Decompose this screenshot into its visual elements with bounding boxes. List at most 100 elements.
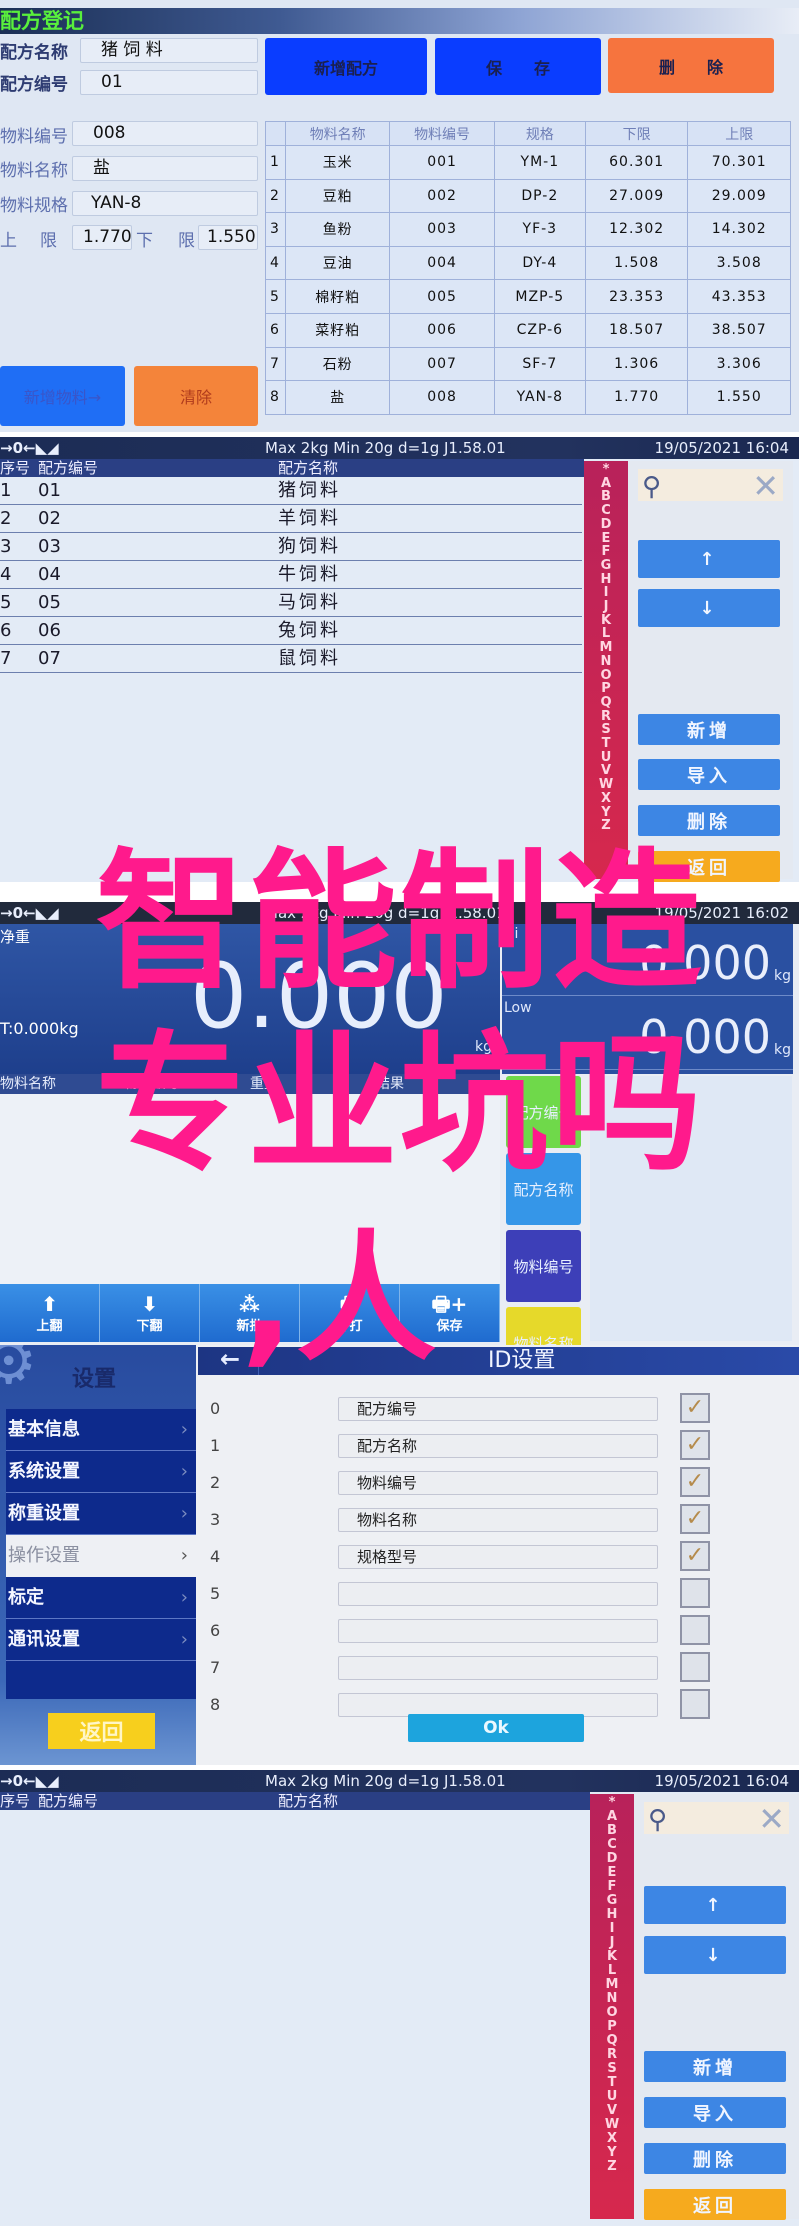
filter-button[interactable]: 物料编号 (506, 1230, 581, 1302)
toolbar-button-new-batch[interactable]: ⁂ 新批 (200, 1284, 300, 1342)
alphabet-index-bar[interactable]: * A B C D E F G H I J K L M N O P Q R S T U V W X Y Z (584, 461, 628, 879)
alphabet-letter[interactable]: W (584, 778, 628, 792)
search-input[interactable]: ⚲ ✕ (644, 1800, 789, 1838)
alphabet-letter[interactable]: D (590, 1852, 634, 1866)
id-enable-checkbox[interactable] (680, 1689, 710, 1719)
recipe-list-row[interactable]: 2 02 羊饲料 (0, 505, 582, 533)
id-enable-checkbox[interactable]: ✓ (680, 1541, 710, 1571)
toolbar-button-arrow-down[interactable]: ⬇ 下翻 (100, 1284, 200, 1342)
alphabet-letter[interactable]: B (590, 1824, 634, 1838)
alphabet-letter[interactable]: O (584, 668, 628, 683)
id-label-field[interactable]: 配方名称 (338, 1434, 658, 1458)
alphabet-letter[interactable]: X (584, 792, 628, 806)
delete-button[interactable]: 删 除 (608, 38, 774, 93)
alphabet-letter[interactable]: U (584, 751, 628, 765)
id-label-field[interactable]: 规格型号 (338, 1545, 658, 1569)
alphabet-letter[interactable]: N (590, 1992, 634, 2006)
alphabet-letter[interactable]: V (584, 764, 628, 778)
material-table-row[interactable]: 3 鱼粉 003 YF-3 12.302 14.302 (265, 212, 791, 247)
scroll-down-button[interactable]: ↓ (638, 589, 780, 627)
material-table-row[interactable]: 6 菜籽粕 006 CZP-6 18.507 38.507 (265, 312, 791, 348)
alphabet-letter[interactable]: O (590, 2006, 634, 2020)
ok-button[interactable]: Ok (408, 1714, 584, 1742)
alphabet-letter[interactable]: B (584, 490, 628, 504)
delete-button[interactable]: 删除 (644, 2143, 786, 2174)
id-enable-checkbox[interactable]: ✓ (680, 1430, 710, 1460)
alphabet-letter[interactable]: C (590, 1838, 634, 1852)
back-button[interactable]: 返回 (638, 851, 780, 882)
recipe-list-row[interactable]: 5 05 马饲料 (0, 589, 582, 617)
alphabet-letter[interactable]: A (590, 1810, 634, 1824)
id-label-field[interactable] (338, 1656, 658, 1680)
filter-button[interactable]: 配方编号 (506, 1076, 581, 1148)
alphabet-letter[interactable]: F (584, 545, 628, 559)
material-table-row[interactable]: 4 豆油 004 DY-4 1.508 3.508 (265, 245, 791, 281)
material-table-row[interactable]: 1 玉米 001 YM-1 60.301 70.301 (265, 145, 791, 180)
alphabet-letter[interactable]: P (590, 2020, 634, 2034)
recipe-list-row[interactable]: 6 06 兔饲料 (0, 617, 582, 645)
import-button[interactable]: 导入 (644, 2097, 786, 2128)
add-button[interactable]: 新增 (644, 2051, 786, 2082)
alphabet-letter[interactable]: A (584, 476, 628, 491)
alphabet-letter[interactable]: G (584, 559, 628, 573)
id-enable-checkbox[interactable] (680, 1615, 710, 1645)
clear-button[interactable]: 清除 (134, 366, 258, 426)
id-enable-checkbox[interactable]: ✓ (680, 1393, 710, 1423)
alphabet-letter[interactable]: Y (590, 2146, 634, 2160)
alphabet-letter[interactable]: Y (584, 805, 628, 820)
alphabet-letter[interactable]: L (590, 1964, 634, 1978)
settings-menu-item[interactable]: 系统设置 › (6, 1451, 196, 1493)
alphabet-letter[interactable]: H (584, 572, 628, 587)
alphabet-letter[interactable]: S (590, 2062, 634, 2076)
alphabet-letter[interactable]: T (590, 2076, 634, 2090)
id-label-field[interactable]: 物料编号 (338, 1471, 658, 1495)
add-material-button[interactable]: 新增物料→ (0, 366, 125, 426)
alphabet-letter[interactable]: S (584, 723, 628, 737)
alphabet-letter[interactable]: U (590, 2090, 634, 2104)
id-label-field[interactable] (338, 1619, 658, 1643)
back-button[interactable]: 返回 (48, 1713, 155, 1749)
settings-menu-item[interactable]: 标定 › (6, 1577, 196, 1619)
alphabet-letter[interactable]: L (584, 627, 628, 641)
alphabet-letter[interactable]: R (584, 709, 628, 724)
alphabet-letter[interactable]: * (584, 463, 628, 477)
alphabet-letter[interactable]: M (584, 641, 628, 655)
alphabet-letter[interactable]: P (584, 682, 628, 696)
save-button[interactable]: 保 存 (435, 38, 601, 95)
alphabet-letter[interactable]: I (584, 586, 628, 600)
material-table-row[interactable]: 7 石粉 007 SF-7 1.306 3.306 (265, 346, 791, 382)
search-input[interactable]: ⚲ ✕ (638, 467, 783, 505)
recipe-code-field[interactable]: 01 (80, 70, 258, 95)
toolbar-button-printer[interactable]: 🖶 补打 (300, 1284, 400, 1342)
material-table-row[interactable]: 8 盐 008 YAN-8 1.770 1.550 (265, 380, 791, 415)
alphabet-letter[interactable]: * (590, 1796, 634, 1810)
toolbar-button-printer-plus[interactable]: 🖶+ 保存 (400, 1284, 500, 1342)
alphabet-letter[interactable]: M (590, 1978, 634, 1992)
add-button[interactable]: 新增 (638, 714, 780, 745)
recipe-name-field[interactable]: 猪 饲 料 (80, 38, 258, 63)
id-label-field[interactable]: 物料名称 (338, 1508, 658, 1532)
id-enable-checkbox[interactable]: ✓ (680, 1467, 710, 1497)
id-label-field[interactable]: 配方编号 (338, 1397, 658, 1421)
alphabet-letter[interactable]: K (584, 614, 628, 628)
id-enable-checkbox[interactable] (680, 1652, 710, 1682)
material-code-field[interactable]: 008 (72, 121, 258, 146)
alphabet-letter[interactable]: Q (584, 696, 628, 710)
alphabet-letter[interactable]: C (584, 504, 628, 518)
scroll-up-button[interactable]: ↑ (644, 1886, 786, 1924)
alphabet-letter[interactable]: E (584, 531, 628, 546)
alphabet-index-bar[interactable]: * A B C D E F G H I J K L M N O P Q R S T U V W X Y Z (590, 1794, 634, 2219)
settings-menu-item[interactable]: 称重设置 › (6, 1493, 196, 1535)
alphabet-letter[interactable]: J (590, 1936, 634, 1950)
material-table-row[interactable]: 2 豆粕 002 DP-2 27.009 29.009 (265, 178, 791, 214)
toolbar-button-arrow-up[interactable]: ⬆ 上翻 (0, 1284, 100, 1342)
filter-button[interactable]: 物料名称 (506, 1307, 581, 1345)
alphabet-letter[interactable]: E (590, 1866, 634, 1880)
clear-search-icon[interactable]: ✕ (758, 1800, 785, 1838)
recipe-list-row[interactable]: 1 01 猪饲料 (0, 477, 582, 505)
import-button[interactable]: 导入 (638, 759, 780, 790)
material-spec-field[interactable]: YAN-8 (72, 191, 258, 216)
id-enable-checkbox[interactable] (680, 1578, 710, 1608)
settings-menu-item[interactable]: 通讯设置 › (6, 1619, 196, 1661)
filter-button[interactable]: 配方名称 (506, 1153, 581, 1225)
